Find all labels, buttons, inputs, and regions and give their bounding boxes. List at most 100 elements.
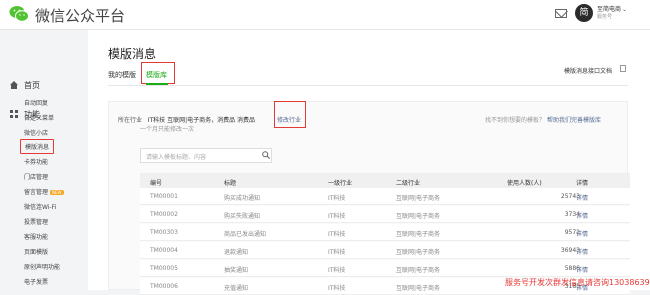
industry-values: IT科技 互联网|电子商务，消费品 消费品: [147, 117, 256, 124]
column-header-industry2: 二级行业: [396, 180, 421, 187]
sidebar-item-label: 页面模版: [24, 249, 49, 256]
table-cell-users: 5886: [564, 265, 580, 272]
sidebar-item-label: 自定义菜单: [24, 115, 55, 122]
sidebar-item[interactable]: 自定义菜单: [24, 113, 54, 122]
detail-link[interactable]: 详情: [576, 229, 588, 238]
table-cell-industry2: 互联网|电子商务: [396, 231, 441, 238]
sidebar-home[interactable]: 首页: [24, 80, 40, 91]
sidebar-item-label: 模版消息: [25, 144, 50, 151]
table-cell-industry1: IT科技: [328, 195, 346, 202]
document-icon[interactable]: [620, 65, 626, 72]
table-header: [140, 173, 630, 188]
table-cell-users: 3734: [564, 211, 580, 218]
search-icon[interactable]: [262, 151, 270, 159]
sidebar-item[interactable]: 留言管理 NEW: [24, 187, 64, 196]
top-bar: 微信公众平台 简 至简电商 服务号 ⌄: [0, 0, 650, 30]
watermark-text: 服务号开发次群发信息请咨询13038639557: [505, 278, 650, 287]
table-cell-industry1: IT科技: [328, 213, 346, 220]
doc-link[interactable]: 模版消息接口文档: [564, 66, 612, 75]
sidebar: 首页 功能 自动回复 自定义菜单 微信小店 模版消息 卡券功能 门店管理 留言管理 NEW 微信…: [0, 30, 88, 290]
sidebar-item-label: 投票管理: [24, 219, 49, 226]
table-cell-industry1: IT科技: [328, 249, 346, 256]
table-row: TM00303 商品已发出通知 IT科技 互联网|电子商务 9572 详情: [140, 224, 630, 241]
mail-icon[interactable]: [555, 9, 567, 18]
table-cell-industry1: IT科技: [328, 267, 346, 274]
detail-link[interactable]: 详情: [576, 265, 588, 274]
sidebar-item-label: 留言管理: [24, 189, 49, 196]
sidebar-item-label: 微信连Wi-Fi: [24, 204, 57, 211]
account-role: 服务号: [597, 14, 613, 20]
sidebar-item[interactable]: 电子发票: [24, 277, 48, 286]
table-cell-title: 购买失败通知: [224, 213, 261, 220]
table-cell-industry1: IT科技: [328, 285, 346, 292]
sidebar-item[interactable]: 卡券功能: [24, 157, 48, 166]
industry-note: 一个月只能修改一次: [140, 126, 195, 133]
tab-my-templates[interactable]: 我的模版: [108, 70, 136, 80]
wechat-logo-icon[interactable]: [9, 5, 29, 23]
column-header-detail: 详情: [576, 180, 589, 187]
table-cell-title: 购买成功通知: [224, 195, 261, 202]
sidebar-item[interactable]: 自动回复: [24, 98, 48, 107]
table-cell-title: 退款通知: [224, 249, 249, 256]
table-cell-industry2: 互联网|电子商务: [396, 249, 441, 256]
table-cell-users: 25743: [560, 193, 580, 200]
table-cell-id: TM00004: [150, 247, 178, 254]
modify-industry-link[interactable]: 修改行业: [277, 115, 301, 124]
tab-divider: [108, 85, 628, 86]
chevron-down-icon[interactable]: ⌄: [622, 6, 627, 13]
industry-label: 所在行业: [118, 117, 143, 124]
platform-title[interactable]: 微信公众平台: [35, 5, 125, 26]
table-row: TM00002 购买失败通知 IT科技 互联网|电子商务 3734 详情: [140, 206, 630, 223]
industry-info: 所在行业 IT科技 互联网|电子商务，消费品 消费品: [118, 115, 255, 124]
highlight-box-tab: [141, 62, 175, 84]
table-cell-users: 9572: [564, 229, 580, 236]
home-icon: [10, 81, 18, 89]
table-cell-id: TM00001: [150, 193, 178, 200]
search-input[interactable]: 请输入模板标题、内容: [140, 148, 272, 163]
table-cell-id: TM00002: [150, 211, 178, 218]
table-cell-industry2: 互联网|电子商务: [396, 267, 441, 274]
sidebar-item-label: 微信小店: [24, 130, 49, 137]
sidebar-item-label: 自动回复: [24, 100, 49, 107]
improve-library-link[interactable]: 帮助我们完善模版库: [547, 117, 601, 124]
sidebar-item[interactable]: 模版消息: [20, 139, 55, 154]
table-cell-id: TM00005: [150, 265, 178, 272]
table-cell-industry2: 互联网|电子商务: [396, 285, 441, 292]
account-name[interactable]: 至简电商: [597, 4, 621, 13]
avatar[interactable]: 简: [575, 4, 593, 22]
search-placeholder: 请输入模板标题、内容: [146, 154, 207, 161]
table-row: TM00005 抽奖通知 IT科技 互联网|电子商务 5886 详情: [140, 260, 630, 277]
sidebar-item[interactable]: 微信连Wi-Fi: [24, 202, 56, 211]
table-cell-id: TM00006: [150, 283, 178, 290]
new-badge: NEW: [50, 190, 64, 195]
column-header-title: 标题: [224, 180, 237, 187]
table-row: TM00004 退款通知 IT科技 互联网|电子商务 36943 详情: [140, 242, 630, 259]
table-row: TM00001 购买成功通知 IT科技 互联网|电子商务 25743 详情: [140, 188, 630, 205]
sidebar-item-label: 客服功能: [24, 234, 49, 241]
column-header-industry1: 一级行业: [328, 180, 353, 187]
table-cell-id: TM00303: [150, 229, 178, 236]
table-cell-industry2: 互联网|电子商务: [396, 213, 441, 220]
sidebar-item[interactable]: 页面模版: [24, 247, 48, 256]
sidebar-item[interactable]: 原创声明功能: [24, 262, 60, 271]
sidebar-item[interactable]: 微信小店: [24, 128, 48, 137]
column-header-users: 使用人数(人): [507, 180, 542, 187]
sidebar-item-label: 门店管理: [24, 174, 49, 181]
sidebar-item[interactable]: 投票管理: [24, 217, 48, 226]
sidebar-item-label: 原创声明功能: [24, 264, 61, 271]
detail-link[interactable]: 详情: [576, 247, 588, 256]
sidebar-item[interactable]: 门店管理: [24, 172, 48, 181]
not-found-label: 找不到你想要的模板？: [485, 117, 546, 124]
column-header-id: 编号: [150, 180, 163, 187]
table-cell-industry2: 互联网|电子商务: [396, 195, 441, 202]
grid-icon: [10, 110, 18, 118]
table-cell-industry1: IT科技: [328, 231, 346, 238]
page-title: 模版消息: [108, 47, 157, 61]
table-cell-title: 充值通知: [224, 285, 249, 292]
detail-link[interactable]: 详情: [576, 211, 588, 220]
not-found-text: 找不到你想要的模板？ 帮助我们完善模版库: [485, 115, 601, 124]
sidebar-item[interactable]: 客服功能: [24, 232, 48, 241]
sidebar-item-label: 电子发票: [24, 279, 49, 286]
detail-link[interactable]: 详情: [576, 193, 588, 202]
sidebar-item-label: 卡券功能: [24, 159, 49, 166]
